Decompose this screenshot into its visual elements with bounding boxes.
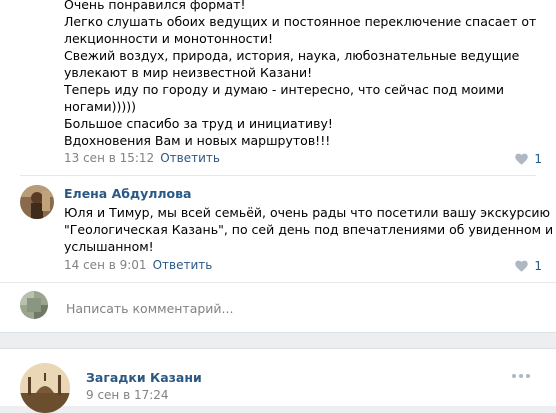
comment-1-like-button[interactable]: 1 [515,152,542,166]
comment-2-line: услышанном! [64,239,154,254]
comment-1-meta: 13 сен в 15:12 Ответить [64,151,220,165]
comment-1-text: Очень понравился формат! Легко слушать о… [64,0,544,149]
comments-card: Очень понравился формат! Легко слушать о… [0,0,556,333]
comment-1-date[interactable]: 13 сен в 15:12 [64,151,154,165]
comment-1-line: Легко слушать обоих ведущих и постоянное… [64,14,537,29]
comment-1-line: Теперь иду по городу и думаю - интересно… [64,82,505,97]
comment-divider [20,175,536,176]
avatar-photo [20,185,54,219]
comment-2-author[interactable]: Елена Абдуллова [64,186,191,201]
comment-1-line: ногами))))) [64,99,136,114]
post-author[interactable]: Загадки Казани [86,370,202,385]
post-card: Загадки Казани 9 сен в 17:24 [0,348,556,413]
comment-1-line: Свежий воздух, природа, история, наука, … [64,48,520,63]
comment-1-line: лекционности и монотонности! [64,31,273,46]
comment-2-line: "Геологическая Казань", по сей день под … [64,222,554,237]
more-dots-icon[interactable] [512,374,530,378]
user-avatar-photo [20,291,48,319]
comment-2-like-button[interactable]: 1 [515,259,542,273]
user-avatar [20,291,48,319]
comment-1-like-count: 1 [534,152,542,166]
heart-icon [515,153,529,165]
composer-divider [0,282,556,283]
comment-input[interactable] [64,296,528,320]
comment-2-line: Юля и Тимур, мы всей семьёй, очень рады … [64,205,550,220]
comment-1-line: увлекают в мир неизвестной Казани! [64,65,313,80]
comment-2-reply-button[interactable]: Ответить [153,258,213,272]
comment-1-line: Очень понравился формат! [64,0,246,12]
group-avatar-image [20,363,70,413]
avatar[interactable] [20,185,54,219]
comment-2-date[interactable]: 14 сен в 9:01 [64,258,147,272]
post-date[interactable]: 9 сен в 17:24 [86,388,169,402]
heart-icon [515,260,529,272]
comment-1-line: Вдохновения Вам и новых маршрутов!!! [64,133,331,148]
group-avatar[interactable] [20,363,70,413]
comment-1-line: Большое спасибо за труд и инициативу! [64,116,333,131]
comment-2-text: Юля и Тимур, мы всей семьёй, очень рады … [64,204,554,255]
comment-2-like-count: 1 [534,259,542,273]
comment-2-meta: 14 сен в 9:01 Ответить [64,258,212,272]
comment-1-reply-button[interactable]: Ответить [160,151,220,165]
